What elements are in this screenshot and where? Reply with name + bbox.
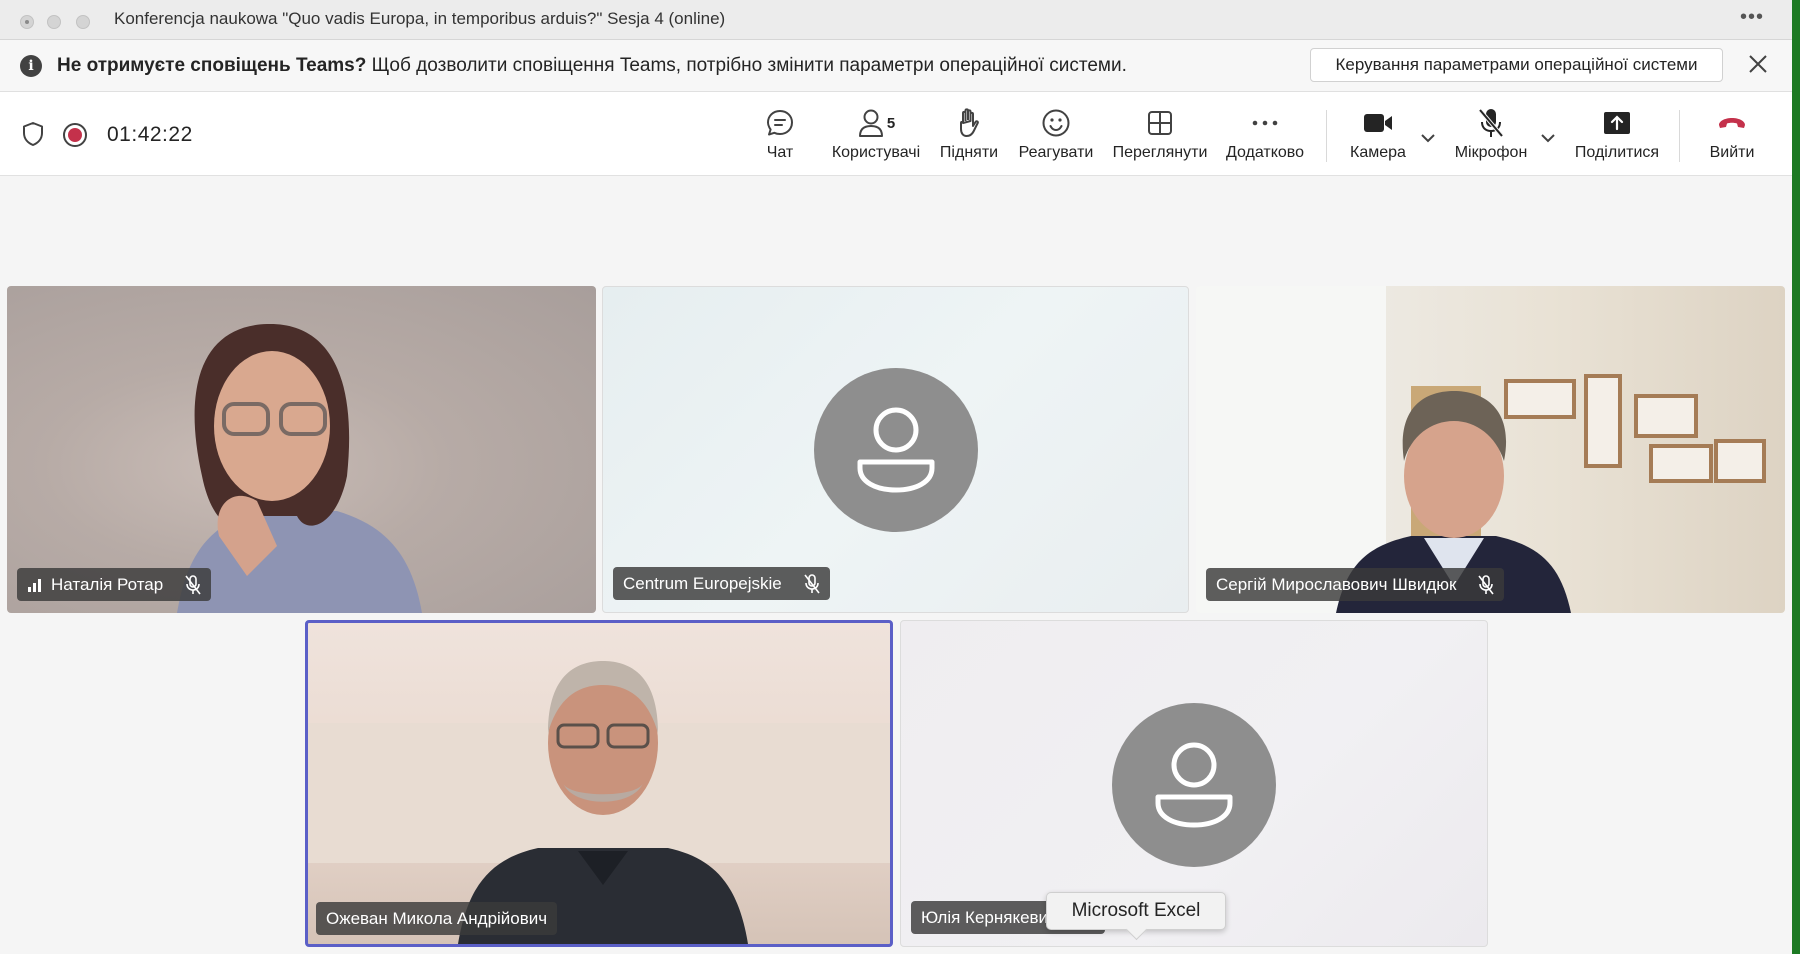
shield-icon[interactable] — [21, 121, 45, 152]
participant-name: Сергій Мирославович Швидюк — [1216, 575, 1457, 594]
chat-icon — [757, 106, 803, 140]
teams-window: Konferencja naukowa "Quo vadis Europa, i… — [0, 0, 1792, 954]
hang-up-icon — [1702, 106, 1762, 140]
view-label: Переглянути — [1112, 144, 1208, 161]
dock-app-tooltip: Microsoft Excel — [1046, 892, 1226, 930]
view-button[interactable]: Переглянути — [1108, 106, 1212, 162]
mic-options-chevron-down-icon[interactable] — [1540, 130, 1556, 148]
react-button[interactable]: Реагувати — [1015, 106, 1097, 162]
window-title: Konferencja naukowa "Quo vadis Europa, i… — [114, 9, 726, 28]
more-options-icon[interactable]: ••• — [1740, 6, 1764, 29]
participant-tile[interactable]: Наталія Ротар — [7, 286, 596, 613]
chat-label: Чат — [766, 144, 794, 161]
camera-options-chevron-down-icon[interactable] — [1420, 130, 1436, 148]
camera-button[interactable]: Камера — [1345, 106, 1411, 162]
participant-name-tag: Наталія Ротар — [17, 568, 212, 601]
participant-tile[interactable]: Сергій Мирославович Швидюк — [1196, 286, 1785, 613]
background-window-edge — [1792, 0, 1800, 954]
manage-os-settings-button[interactable]: Керування параметрами операційної систем… — [1310, 48, 1723, 82]
leave-label: Вийти — [1709, 144, 1755, 161]
mic-muted-icon — [804, 573, 820, 594]
banner-message: Не отримуєте сповіщень Teams? Щоб дозвол… — [57, 55, 1127, 77]
camera-icon — [1345, 106, 1411, 140]
share-screen-icon — [1571, 106, 1663, 140]
recording-icon — [63, 123, 87, 147]
meeting-toolbar: 01:42:22 Чат 5 Користувачі Підняти Реагу… — [0, 92, 1792, 176]
avatar — [1112, 703, 1276, 867]
toolbar-divider — [1679, 110, 1680, 162]
participant-video — [1196, 286, 1766, 613]
participant-tile-active-speaker[interactable]: Ожеван Микола Андрійович — [305, 620, 893, 947]
people-icon: 5 — [826, 106, 926, 140]
person-icon — [857, 407, 935, 493]
participant-name-tag: Centrum Europejskie — [613, 567, 830, 600]
raise-hand-button[interactable]: Підняти — [937, 106, 1001, 162]
microphone-label: Мікрофон — [1454, 144, 1528, 161]
participant-name: Наталія Ротар — [51, 575, 164, 594]
banner-text: Щоб дозволити сповіщення Teams, потрібно… — [366, 55, 1127, 76]
toolbar-divider — [1326, 110, 1327, 162]
chat-button[interactable]: Чат — [757, 106, 803, 162]
share-button[interactable]: Поділитися — [1571, 106, 1663, 162]
participant-tile[interactable]: Centrum Europejskie — [602, 286, 1189, 613]
notification-banner: i Не отримуєте сповіщень Teams? Щоб дозв… — [0, 40, 1792, 92]
zoom-window-button[interactable] — [76, 15, 90, 29]
people-button[interactable]: 5 Користувачі — [826, 106, 926, 162]
camera-label: Камера — [1350, 144, 1406, 161]
participant-name: Centrum Europejskie — [623, 574, 782, 593]
raise-hand-label: Підняти — [939, 144, 999, 161]
mic-off-icon — [1449, 106, 1533, 140]
people-label: Користувачі — [831, 144, 921, 161]
mic-muted-icon — [1478, 574, 1495, 595]
close-banner-icon[interactable] — [1746, 52, 1770, 76]
participant-video — [308, 661, 890, 944]
raise-hand-icon — [937, 106, 1001, 140]
more-label: Додатково — [1225, 144, 1305, 161]
share-label: Поділитися — [1574, 144, 1660, 161]
meeting-timer: 01:42:22 — [107, 123, 193, 146]
grid-view-icon — [1108, 106, 1212, 140]
participant-name: Ожеван Микола Андрійович — [326, 909, 548, 928]
more-button[interactable]: Додатково — [1222, 106, 1308, 162]
participant-name-tag: Ожеван Микола Андрійович — [316, 902, 558, 935]
people-count: 5 — [886, 114, 896, 132]
network-signal-icon — [28, 578, 41, 592]
info-icon: i — [20, 55, 42, 77]
banner-bold-text: Не отримуєте сповіщень Teams? — [57, 55, 367, 76]
leave-button[interactable]: Вийти — [1702, 106, 1762, 162]
react-label: Реагувати — [1018, 144, 1094, 161]
microphone-button[interactable]: Мікрофон — [1449, 106, 1533, 162]
mic-muted-icon — [185, 574, 201, 595]
participant-name-tag: Сергій Мирославович Швидюк — [1206, 568, 1505, 601]
minimize-window-button[interactable] — [47, 15, 61, 29]
avatar — [814, 368, 978, 532]
participant-video — [177, 323, 422, 613]
person-icon — [1155, 742, 1233, 828]
more-icon — [1222, 106, 1308, 140]
close-window-button[interactable] — [20, 15, 34, 29]
participant-name: Юлія Кернякевич — [921, 908, 1057, 927]
title-bar: Konferencja naukowa "Quo vadis Europa, i… — [0, 0, 1792, 40]
emoji-icon — [1015, 106, 1097, 140]
